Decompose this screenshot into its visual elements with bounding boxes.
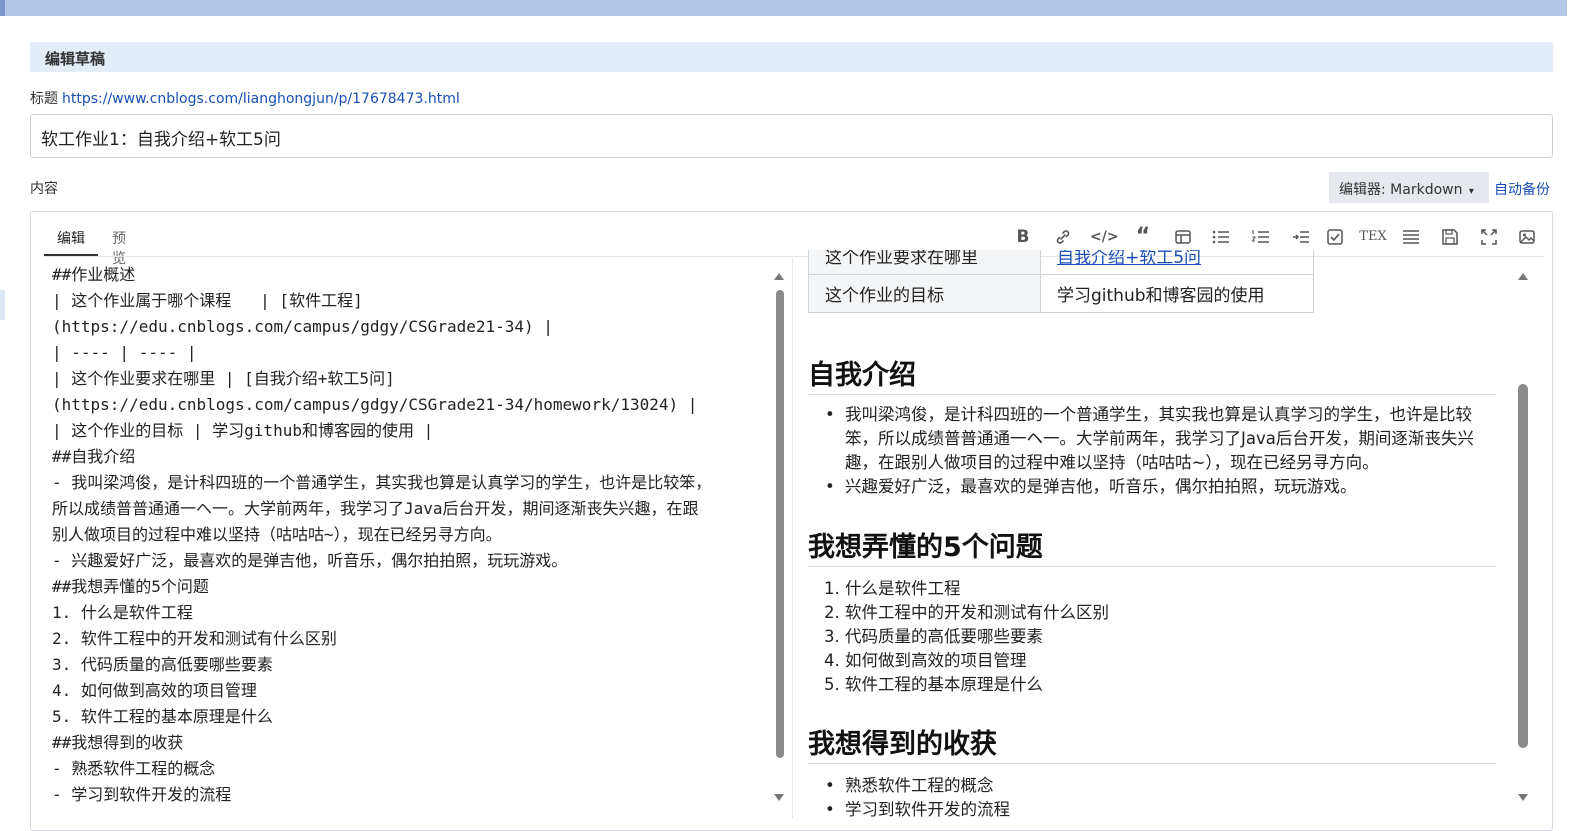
ordered-list-icon[interactable] xyxy=(1248,224,1274,250)
markdown-preview: 这个作业要求在哪里 自我介绍+软工5问 这个作业的目标 学习github和博客园… xyxy=(808,250,1498,818)
source-line: | 这个作业的目标 | 学习github和博客园的使用 | xyxy=(52,421,434,440)
fullscreen-icon[interactable] xyxy=(1476,224,1502,250)
top-banner-edge xyxy=(0,0,5,16)
title-input[interactable]: 软工作业1：自我介绍+软工5问 xyxy=(30,114,1553,158)
title-label: 标题 xyxy=(30,91,58,107)
list-item-text: 如何做到高效的项目管理 xyxy=(845,651,1027,670)
preview-heading-gains: 我想得到的收获 xyxy=(808,722,1496,764)
source-line: ##自我介绍 xyxy=(52,447,136,466)
scroll-up-icon[interactable] xyxy=(1518,273,1528,280)
table-cell: 学习github和博客园的使用 xyxy=(1040,274,1314,313)
list-item-text: 代码质量的高低要哪些要素 xyxy=(845,627,1043,646)
source-line: 别人做项目的过程中难以坚持（咕咕咕~），现在已经另寻方向。 xyxy=(52,525,502,544)
source-line: 所以成绩普普通通一ヘ一。大学前两年，我学习了Java后台开发，期间逐渐丧失兴趣，… xyxy=(52,499,699,518)
table-icon[interactable] xyxy=(1170,224,1196,250)
list-item: 1. 什么是软件工程 xyxy=(824,579,961,598)
caret-down-icon: ▾ xyxy=(1468,186,1474,197)
list-item: 3. 代码质量的高低要哪些要素 xyxy=(824,627,1043,646)
source-line: 3. 代码质量的高低要哪些要素 xyxy=(52,655,273,674)
source-line: ##我想得到的收获 xyxy=(52,733,184,752)
scroll-down-icon[interactable] xyxy=(774,794,784,801)
source-line: 1. 什么是软件工程 xyxy=(52,603,193,622)
preview-table: 这个作业要求在哪里 自我介绍+软工5问 这个作业的目标 学习github和博客园… xyxy=(808,250,1314,313)
page-right-edge xyxy=(1567,0,1579,818)
list-item: 学习到软件开发的流程 xyxy=(825,798,1495,818)
section-header: 编辑草稿 xyxy=(30,42,1553,72)
source-line: | 这个作业要求在哪里 | [自我介绍+软工5问] xyxy=(52,369,395,388)
source-line: 2. 软件工程中的开发和测试有什么区别 xyxy=(52,629,337,648)
bold-icon[interactable]: B xyxy=(1010,224,1036,250)
source-line: 4. 如何做到高效的项目管理 xyxy=(52,681,257,700)
source-line: (https://edu.cnblogs.com/campus/gdgy/CSG… xyxy=(52,395,698,414)
list-item-text: 软件工程中的开发和测试有什么区别 xyxy=(845,603,1109,622)
code-icon[interactable]: </> xyxy=(1090,224,1119,250)
title-link[interactable]: https://www.cnblogs.com/lianghongjun/p/1… xyxy=(62,91,460,107)
source-line: | ---- | ---- | xyxy=(52,343,197,362)
checkbox-icon[interactable] xyxy=(1322,224,1348,250)
justify-icon[interactable] xyxy=(1398,224,1424,250)
tab-edit[interactable]: 编辑 xyxy=(44,226,98,256)
content-label: 内容 xyxy=(30,181,58,197)
list-item: 兴趣爱好广泛，最喜欢的是弹吉他，听音乐，偶尔拍拍照，玩玩游戏。 xyxy=(825,475,1495,499)
preview-heading-questions: 我想弄懂的5个问题 xyxy=(808,525,1496,567)
quote-icon[interactable]: “ xyxy=(1130,224,1156,250)
scroll-up-icon[interactable] xyxy=(774,273,784,280)
indent-icon[interactable] xyxy=(1288,224,1314,250)
preview-intro-list: 我叫梁鸿俊，是计科四班的一个普通学生，其实我也算是认真学习的学生，也许是比较笨，… xyxy=(825,403,1495,499)
list-item: 4. 如何做到高效的项目管理 xyxy=(824,651,1027,670)
table-cell: 这个作业的目标 xyxy=(808,274,1041,313)
source-line: ##我想弄懂的5个问题 xyxy=(52,577,209,596)
link-icon[interactable] xyxy=(1050,224,1076,250)
source-line: - 学习到软件开发的流程 xyxy=(52,785,232,804)
source-line: - 熟悉软件工程的概念 xyxy=(52,759,216,778)
list-item: 2. 软件工程中的开发和测试有什么区别 xyxy=(824,603,1109,622)
tex-icon[interactable]: TEX xyxy=(1358,224,1388,250)
table-row: 这个作业要求在哪里 自我介绍+软工5问 xyxy=(808,250,1314,275)
preview-gains-list: 熟悉软件工程的概念 学习到软件开发的流程 xyxy=(825,774,1495,818)
markdown-source-editor[interactable]: ##作业概述 | 这个作业属于哪个课程 | [软件工程] (https://ed… xyxy=(52,262,767,818)
unordered-list-icon[interactable] xyxy=(1208,224,1234,250)
preview-question-list: 1. 什么是软件工程 2. 软件工程中的开发和测试有什么区别 3. 代码质量的高低要哪… xyxy=(824,577,1495,697)
preview-heading-intro: 自我介绍 xyxy=(808,353,1496,395)
source-line: - 我叫梁鸿俊，是计科四班的一个普通学生，其实我也算是认真学习的学生，也许是比较… xyxy=(52,473,712,492)
title-row: 标题 https://www.cnblogs.com/lianghongjun/p… xyxy=(30,88,460,108)
list-item: 熟悉软件工程的概念 xyxy=(825,774,1495,798)
source-line: ##作业概述 xyxy=(52,265,136,284)
tab-preview[interactable]: 预览 xyxy=(112,226,126,267)
list-item: 我叫梁鸿俊，是计科四班的一个普通学生，其实我也算是认真学习的学生，也许是比较笨，… xyxy=(825,403,1495,475)
autosave-link[interactable]: 自动备份 xyxy=(1494,179,1550,199)
side-marker xyxy=(0,290,5,320)
source-line: (https://edu.cnblogs.com/campus/gdgy/CSG… xyxy=(52,317,553,336)
editor-select[interactable]: 编辑器: Markdown ▾ xyxy=(1329,172,1489,203)
source-scrollbar-thumb[interactable] xyxy=(776,290,784,758)
pane-divider xyxy=(792,258,793,818)
list-item-text: 软件工程的基本原理是什么 xyxy=(845,675,1043,694)
scroll-down-icon[interactable] xyxy=(1518,794,1528,801)
source-line: - 兴趣爱好广泛，最喜欢的是弹吉他，听音乐，偶尔拍拍照，玩玩游戏。 xyxy=(52,551,568,570)
table-cell: 自我介绍+软工5问 xyxy=(1040,250,1314,275)
table-cell: 这个作业要求在哪里 xyxy=(808,250,1041,275)
list-item-text: 什么是软件工程 xyxy=(845,579,961,598)
top-banner xyxy=(0,0,1579,16)
editor-select-label: 编辑器: Markdown xyxy=(1339,182,1463,198)
list-item: 5. 软件工程的基本原理是什么 xyxy=(824,675,1043,694)
source-line: | 这个作业属于哪个课程 | [软件工程] xyxy=(52,291,363,310)
source-line: 5. 软件工程的基本原理是什么 xyxy=(52,707,273,726)
homework-link[interactable]: 自我介绍+软工5问 xyxy=(1057,250,1201,268)
image-icon[interactable] xyxy=(1514,224,1540,250)
table-row: 这个作业的目标 学习github和博客园的使用 xyxy=(808,274,1314,313)
save-icon[interactable] xyxy=(1437,224,1463,250)
preview-scrollbar-thumb[interactable] xyxy=(1518,384,1528,748)
